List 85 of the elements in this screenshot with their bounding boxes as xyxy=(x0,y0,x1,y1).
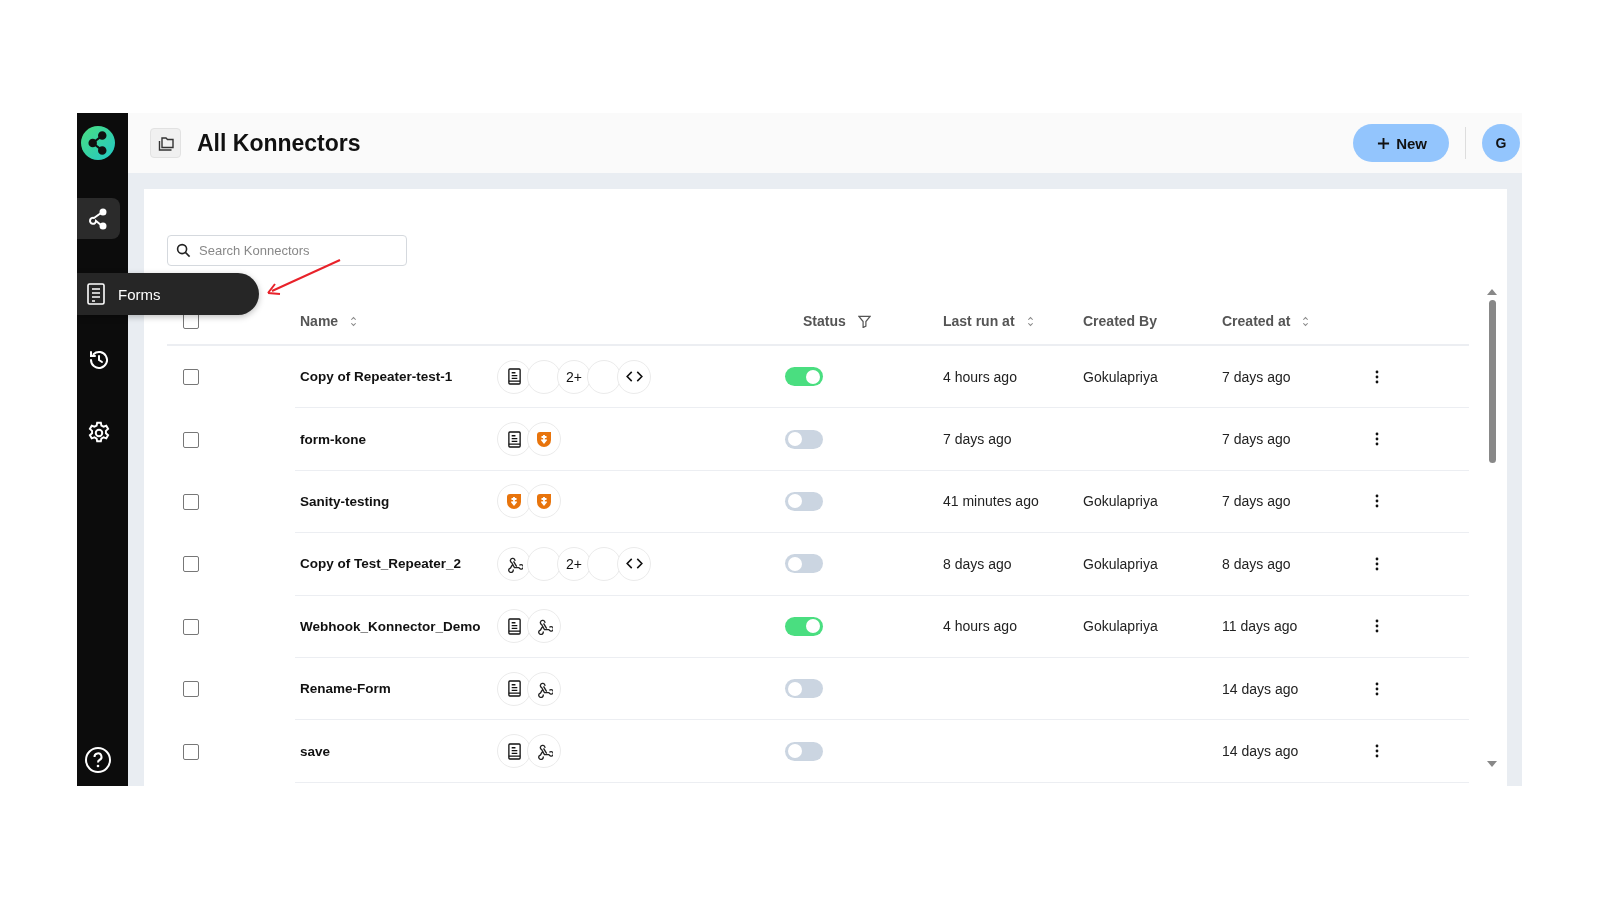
scroll-up-icon[interactable] xyxy=(1487,288,1497,296)
more-options-icon[interactable] xyxy=(1375,494,1379,509)
webhook-icon xyxy=(527,734,561,769)
last-run-time: 7 days ago xyxy=(943,431,1012,448)
row-checkbox[interactable] xyxy=(183,493,199,510)
more-options-icon[interactable] xyxy=(1375,369,1379,384)
more-options-icon[interactable] xyxy=(1375,744,1379,759)
status-toggle[interactable] xyxy=(785,554,823,574)
konnectors-nav-item[interactable] xyxy=(77,198,120,239)
code-icon xyxy=(617,359,651,394)
download-badge-icon xyxy=(527,422,561,457)
created-time: 7 days ago xyxy=(1222,431,1291,448)
konnector-name[interactable]: Webhook_Konnector_Demo xyxy=(300,618,481,634)
created-time: 7 days ago xyxy=(1222,493,1291,510)
konnector-name[interactable]: save xyxy=(300,743,331,759)
scrollbar-thumb[interactable] xyxy=(1488,300,1496,463)
column-header: Created at xyxy=(1222,313,1291,329)
plus-icon xyxy=(1377,136,1391,150)
created-time: 8 days ago xyxy=(1222,555,1291,572)
search-icon xyxy=(176,243,191,258)
more-options-icon[interactable] xyxy=(1375,619,1379,634)
konnector-name[interactable]: Copy of Repeater-test-1 xyxy=(300,369,453,385)
form-app-icon xyxy=(497,734,531,769)
konnector-name[interactable]: form-kone xyxy=(300,431,366,447)
konnector-name[interactable]: Copy of Test_Repeater_2 xyxy=(300,556,462,572)
creator-name: Gokulapriya xyxy=(1083,368,1158,385)
status-toggle[interactable] xyxy=(785,679,823,699)
filter-icon[interactable] xyxy=(857,314,871,328)
more-options-icon[interactable] xyxy=(1375,556,1379,571)
sort-icon[interactable] xyxy=(350,315,358,327)
more-apps-count: 2+ xyxy=(557,546,591,581)
column-header: Created By xyxy=(1083,313,1157,329)
last-run-time: 4 hours ago xyxy=(943,368,1017,385)
column-header: Status xyxy=(803,313,846,329)
status-toggle[interactable] xyxy=(785,616,823,636)
webhook-icon xyxy=(527,609,561,644)
creator-name: Gokulapriya xyxy=(1083,555,1158,572)
created-time: 14 days ago xyxy=(1222,743,1299,760)
status-toggle[interactable] xyxy=(785,741,823,761)
download-badge-icon xyxy=(527,484,561,519)
sort-icon[interactable] xyxy=(1026,315,1034,327)
form-icon xyxy=(87,283,105,305)
folder-button[interactable] xyxy=(150,128,181,158)
download-badge-icon xyxy=(497,484,531,519)
konnector-name[interactable]: Rename-Form xyxy=(300,681,391,697)
row-checkbox[interactable] xyxy=(183,556,199,573)
tooltip-label: Forms xyxy=(118,285,161,303)
last-run-time: 4 hours ago xyxy=(943,618,1017,635)
row-checkbox[interactable] xyxy=(183,369,199,386)
creator-name: Gokulapriya xyxy=(1083,493,1158,510)
creator-name: Gokulapriya xyxy=(1083,618,1158,635)
row-checkbox[interactable] xyxy=(183,618,199,635)
status-toggle[interactable] xyxy=(785,429,823,449)
webhook-icon xyxy=(497,546,531,581)
more-options-icon[interactable] xyxy=(1375,432,1379,447)
new-button[interactable]: New xyxy=(1353,124,1449,162)
sort-icon[interactable] xyxy=(1302,315,1310,327)
logo-icon xyxy=(80,126,115,160)
scroll-down-icon[interactable] xyxy=(1487,760,1497,768)
column-header: Last run at xyxy=(943,313,1015,329)
help-icon[interactable] xyxy=(83,746,112,774)
search-field[interactable]: Search Konnectors xyxy=(167,235,407,266)
column-header: Name xyxy=(300,313,339,329)
created-time: 11 days ago xyxy=(1222,618,1298,635)
more-options-icon[interactable] xyxy=(1375,681,1379,696)
last-run-time: 8 days ago xyxy=(943,555,1012,572)
status-toggle[interactable] xyxy=(785,491,823,511)
status-toggle[interactable] xyxy=(785,367,823,387)
page-title: All Konnectors xyxy=(197,129,361,157)
form-app-icon xyxy=(497,609,531,644)
created-time: 14 days ago xyxy=(1222,680,1299,697)
created-time: 7 days ago xyxy=(1222,368,1291,385)
last-run-time: 41 minutes ago xyxy=(943,493,1039,510)
more-apps-count: 2+ xyxy=(557,359,591,394)
code-icon xyxy=(617,546,651,581)
form-app-icon xyxy=(497,671,531,706)
row-checkbox[interactable] xyxy=(183,681,199,698)
form-app-icon xyxy=(497,359,531,394)
forms-tooltip[interactable]: Forms xyxy=(77,273,259,315)
row-checkbox[interactable] xyxy=(183,743,199,760)
webhook-icon xyxy=(527,671,561,706)
konnector-name[interactable]: Sanity-testing xyxy=(300,493,390,509)
form-app-icon xyxy=(497,422,531,457)
user-avatar[interactable]: G xyxy=(1482,124,1520,162)
row-checkbox[interactable] xyxy=(183,431,199,448)
